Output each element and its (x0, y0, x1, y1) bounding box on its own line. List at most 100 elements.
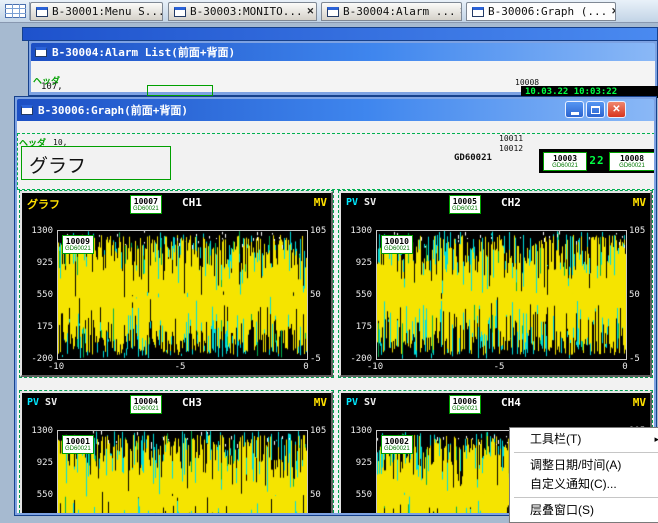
tab-label: B-30006:Graph (... (488, 5, 607, 18)
object-id-tag[interactable]: 10003GD60021 (543, 152, 587, 171)
object-id-tag[interactable]: 10007GD60021 (130, 195, 162, 214)
field-box[interactable] (147, 85, 213, 96)
trend-noise-canvas (377, 231, 626, 359)
x-axis-tick: 0 (613, 362, 637, 372)
unit-label: MV (633, 396, 646, 409)
y-axis-tick: 175 (22, 322, 53, 332)
y-axis-tick: 550 (22, 290, 53, 300)
tab-b30003[interactable]: B-30003:MONITO... ✕ (168, 2, 317, 21)
y-axis-tick: 1300 (341, 226, 372, 236)
device-label: GD60021 (454, 153, 492, 163)
object-id-tag[interactable]: 10002GD60021 (381, 435, 413, 454)
object-id-tag[interactable]: 10010GD60021 (381, 235, 413, 254)
unit-label: MV (633, 196, 646, 209)
alarm-window-titlebar[interactable]: B-30004:Alarm List(前面+背面) (31, 43, 655, 61)
caption-buttons: ✕ (565, 101, 626, 118)
y-axis-tick: 925 (341, 458, 372, 468)
channel-title: CH1 (182, 196, 226, 209)
tab-label: B-30001:Menu S... (52, 5, 163, 18)
trend-plot (57, 430, 308, 513)
pv-sv-legend (27, 197, 33, 208)
tab-b30006[interactable]: B-30006:Graph (... ✕ (466, 2, 616, 21)
tab-label: B-30003:MONITO... (190, 5, 303, 18)
screen-title: グラフ (29, 151, 170, 178)
pv-sv-legend: PVSV (27, 397, 57, 408)
menu-separator (514, 497, 658, 498)
y-axis-tick: 925 (22, 258, 53, 268)
chart-panel-ch3[interactable]: PVSV CH3 MV 10004GD60021 10001GD60021 13… (20, 391, 333, 513)
pv-sv-legend: PVSV (346, 197, 376, 208)
maximize-button[interactable] (586, 101, 605, 118)
trend-plot (376, 230, 627, 360)
object-id-tag[interactable]: 10005GD60021 (449, 195, 481, 214)
x-axis-tick: -10 (363, 362, 387, 372)
context-menu: 工具栏(T) ▸ 调整日期/时间(A) 自定义通知(C)... 层叠窗口(S) (509, 427, 658, 523)
menu-item-customize-notifications[interactable]: 自定义通知(C)... (512, 475, 658, 494)
object-id-text: 10011 (499, 134, 523, 143)
window-title: B-30006:Graph(前面+背面) (38, 102, 188, 118)
y-axis-tick: 105 (310, 426, 334, 436)
window-icon (36, 7, 48, 17)
alarm-window-content: ヘッダ 107, 10008 10.03.22 10:03:22 (31, 61, 655, 92)
graph-window-titlebar[interactable]: B-30006:Graph(前面+背面) ✕ (17, 99, 654, 121)
object-id-tag[interactable]: 10004GD60021 (130, 395, 162, 414)
y-axis-tick: 50 (629, 290, 653, 300)
pv-sv-legend: PVSV (346, 397, 376, 408)
window-icon (21, 105, 33, 115)
unit-label: MV (314, 196, 327, 209)
y-axis-tick: 50 (310, 490, 334, 500)
y-axis-tick: 550 (341, 490, 372, 500)
y-axis-tick: 550 (341, 290, 372, 300)
x-axis-tick: 0 (294, 362, 318, 372)
channel-title: CH3 (182, 396, 226, 409)
y-axis-tick: 1300 (341, 426, 372, 436)
window-icon (35, 47, 47, 57)
submenu-arrow-icon: ▸ (654, 430, 658, 449)
x-axis-tick: -5 (487, 362, 511, 372)
channel-title: CH2 (501, 196, 545, 209)
object-id-text: 107, (41, 82, 63, 92)
object-id-text: 10012 (499, 144, 523, 153)
y-axis-tick: 550 (22, 490, 53, 500)
tab-label: B-30004:Alarm ... (343, 5, 456, 18)
y-axis-tick: 1300 (22, 426, 53, 436)
alarm-list-window: B-30004:Alarm List(前面+背面) ヘッダ 107, 10008… (28, 40, 658, 96)
trend-noise-canvas (58, 431, 307, 513)
tab-bar: B-30001:Menu S... ✕ B-30003:MONITO... ✕ … (0, 0, 658, 23)
window-icon (327, 7, 339, 17)
window-icon (472, 7, 484, 17)
grid-icon[interactable] (5, 4, 27, 19)
tab-b30001[interactable]: B-30001:Menu S... ✕ (30, 2, 163, 21)
tab-close-icon[interactable]: ✕ (307, 6, 315, 17)
menu-item-cascade-windows[interactable]: 层叠窗口(S) (512, 501, 658, 520)
tab-close-icon[interactable]: ✕ (611, 6, 616, 17)
window-title: B-30004:Alarm List(前面+背面) (52, 44, 235, 60)
chart-panel-ch1[interactable]: グラフ CH1 MV 10007GD60021 10009GD60021 130… (20, 191, 333, 377)
tab-b30004[interactable]: B-30004:Alarm ... ✕ (321, 2, 462, 21)
channel-title: CH4 (501, 396, 545, 409)
minimize-button[interactable] (565, 101, 584, 118)
screen-title-box[interactable]: グラフ (21, 146, 171, 180)
tab-close-icon[interactable]: ✕ (460, 6, 462, 17)
y-axis-tick: 175 (341, 322, 372, 332)
menu-separator (514, 452, 658, 453)
trend-plot (57, 230, 308, 360)
chart-panel-ch2[interactable]: PVSV CH2 MV 10005GD60021 10010GD60021 13… (339, 191, 652, 377)
close-button[interactable]: ✕ (607, 101, 626, 118)
window-icon (174, 7, 186, 17)
trend-noise-canvas (58, 231, 307, 359)
y-axis-tick: 105 (629, 226, 653, 236)
y-axis-tick: 105 (310, 226, 334, 236)
y-axis-tick: 1300 (22, 226, 53, 236)
y-axis-tick: 925 (341, 258, 372, 268)
menu-item-adjust-datetime[interactable]: 调整日期/时间(A) (512, 456, 658, 475)
object-id-tag[interactable]: 10006GD60021 (449, 395, 481, 414)
object-id-tag[interactable]: 10009GD60021 (62, 235, 94, 254)
background-window-titlebar[interactable] (22, 27, 658, 41)
y-axis-tick: 50 (310, 290, 334, 300)
x-axis-tick: -5 (168, 362, 192, 372)
object-id-tag[interactable]: 10001GD60021 (62, 435, 94, 454)
object-id-tag[interactable]: 10008GD60021 (609, 152, 654, 171)
x-axis-tick: -10 (44, 362, 68, 372)
menu-item-toolbars[interactable]: 工具栏(T) ▸ (512, 430, 658, 449)
